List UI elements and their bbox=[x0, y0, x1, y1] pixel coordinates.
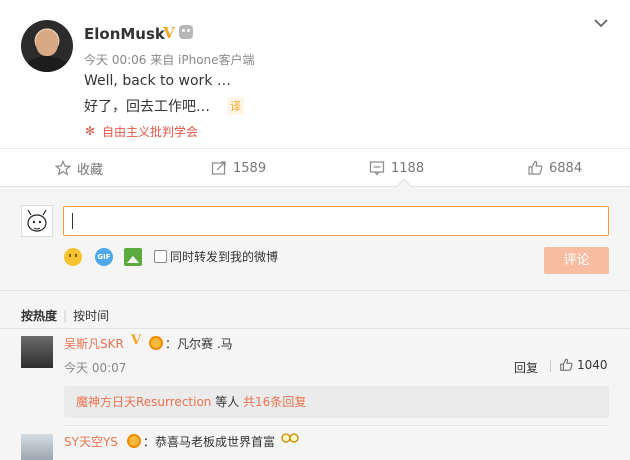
comment-icon bbox=[369, 161, 385, 176]
comment-text: ：凡尔赛 .马 bbox=[165, 337, 233, 351]
thumbs-up-icon bbox=[528, 160, 543, 175]
commenter-avatar[interactable] bbox=[21, 336, 53, 368]
repost-count: 1589 bbox=[233, 160, 267, 176]
tab-sort-hot[interactable]: 按热度 bbox=[21, 309, 57, 323]
divider bbox=[0, 290, 630, 291]
comment-count: 1188 bbox=[391, 160, 425, 176]
post-text-en: Well, back to work … bbox=[84, 73, 231, 89]
verified-badge-icon: V bbox=[163, 24, 175, 42]
comment-button[interactable]: 1188 bbox=[369, 159, 424, 177]
divider bbox=[0, 328, 630, 329]
thumbs-up-icon bbox=[560, 358, 573, 371]
divider bbox=[64, 425, 609, 426]
repost-icon bbox=[211, 161, 226, 175]
gif-icon[interactable]: GIF bbox=[95, 248, 113, 266]
favorite-button[interactable]: 收藏 bbox=[55, 159, 104, 178]
commenter-avatar[interactable] bbox=[21, 434, 53, 460]
comment-time: 今天 00:07 bbox=[64, 361, 127, 375]
my-avatar[interactable] bbox=[21, 205, 53, 237]
medal-icon bbox=[149, 336, 163, 350]
avatar-face bbox=[36, 30, 58, 56]
forward-checkbox[interactable] bbox=[154, 250, 167, 263]
sort-separator: | bbox=[63, 309, 68, 323]
divider bbox=[550, 360, 551, 372]
image-icon[interactable] bbox=[124, 248, 142, 266]
submit-comment-button[interactable]: 评论 bbox=[544, 247, 609, 274]
robot-badge-icon bbox=[179, 25, 193, 39]
sub-replies-link[interactable]: 魔神方日天Resurrection 等人 共16条回复 bbox=[64, 386, 609, 418]
forward-label[interactable]: 同时转发到我的微博 bbox=[170, 248, 278, 265]
post-text-zh: 好了，回去工作吧… bbox=[84, 99, 210, 115]
commenter-name[interactable]: 吴斯凡SKR bbox=[64, 335, 124, 352]
comment-text: ：恭喜马老板成世界首富 bbox=[143, 435, 276, 449]
comment-input[interactable] bbox=[63, 206, 609, 236]
sub-reply-count[interactable]: 共16条回复 bbox=[243, 395, 306, 409]
favorite-label: 收藏 bbox=[77, 162, 104, 178]
emoji-icon[interactable] bbox=[64, 248, 82, 266]
glasses-emoji-icon bbox=[281, 433, 299, 443]
verified-badge-icon: V bbox=[131, 333, 142, 348]
commenter-name[interactable]: SY天空YS bbox=[64, 433, 118, 450]
star-icon bbox=[55, 160, 71, 176]
topic-link[interactable]: 自由主义批判学会 bbox=[102, 123, 198, 140]
author-name[interactable]: ElonMusk bbox=[84, 25, 165, 43]
like-button[interactable]: 6884 bbox=[527, 159, 582, 177]
topic-icon: ✻ bbox=[85, 124, 96, 138]
post-meta: 今天 00:06 来自 iPhone客户端 bbox=[84, 53, 255, 67]
avatar-shirt bbox=[27, 56, 67, 72]
tab-sort-time[interactable]: 按时间 bbox=[73, 309, 109, 323]
weibo-post: ElonMusk V 今天 00:06 来自 iPhone客户端 Well, b… bbox=[0, 0, 630, 148]
sub-reply-mid: 等人 bbox=[211, 395, 244, 409]
action-bar: 收藏 1589 1188 6884 bbox=[0, 149, 630, 187]
translate-tag[interactable]: 译 bbox=[227, 97, 244, 115]
comment-like-button[interactable]: 1040 bbox=[559, 358, 608, 372]
text-cursor bbox=[72, 212, 73, 229]
repost-button[interactable]: 1589 bbox=[211, 159, 266, 177]
medal-icon bbox=[127, 434, 141, 448]
comment-like-count: 1040 bbox=[577, 358, 608, 372]
like-count: 6884 bbox=[549, 160, 583, 176]
chevron-down-icon[interactable] bbox=[594, 14, 608, 32]
author-avatar[interactable] bbox=[21, 20, 73, 72]
sort-tabs: 按热度 | 按时间 bbox=[21, 307, 109, 324]
sub-reply-user[interactable]: 魔神方日天Resurrection bbox=[76, 395, 211, 409]
reply-button[interactable]: 回复 bbox=[514, 359, 538, 376]
